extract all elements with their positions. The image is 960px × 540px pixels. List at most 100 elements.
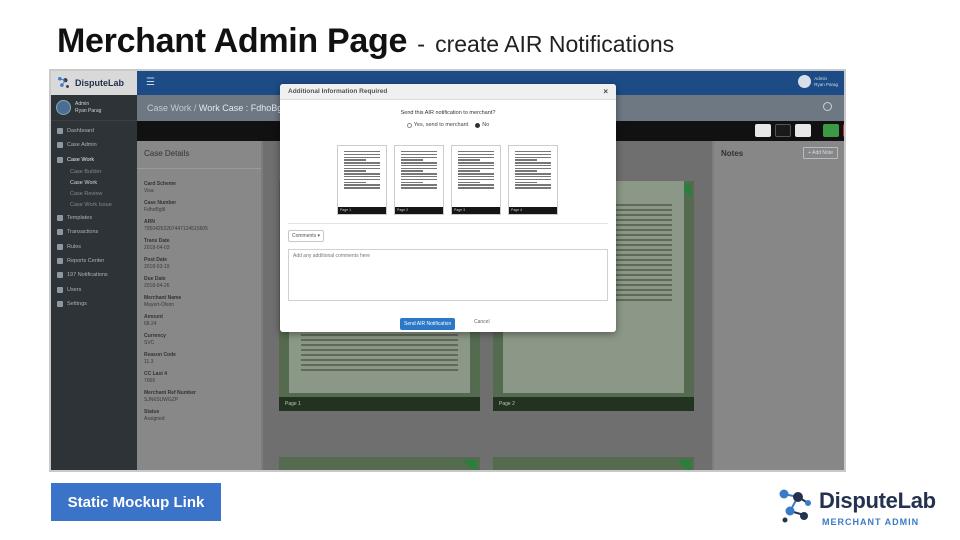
sidebar-item[interactable]: Rules: [51, 239, 137, 253]
field-label: Reason Code: [144, 352, 176, 358]
document-thumbnail[interactable]: Page 1: [337, 145, 387, 215]
radio-no-label: No: [482, 122, 490, 128]
document-page-label: Page 1: [285, 401, 301, 407]
add-note-button[interactable]: + Add Note: [803, 147, 838, 159]
sidebar-item-label: Case Review: [70, 191, 103, 198]
slide-title-subtitle: create AIR Notifications: [435, 31, 675, 57]
top-avatar: [798, 75, 812, 88]
send-air-notification-button[interactable]: Send AIR Notification: [400, 318, 456, 330]
sidebar-item[interactable]: Reports Center: [51, 254, 137, 268]
disputelab-logo-icon: [58, 77, 69, 88]
sidebar-item[interactable]: Dashboard: [51, 124, 137, 138]
sidebar-item-label: Transactions: [67, 229, 99, 236]
field-value: Mayert-Olson: [144, 302, 175, 308]
document-page[interactable]: [279, 457, 480, 470]
radio-no[interactable]: No: [475, 122, 489, 128]
document-page[interactable]: [493, 457, 694, 470]
sidebar-item[interactable]: 197 Notifications: [51, 268, 137, 282]
checkmark-icon: [677, 460, 691, 470]
notes-panel: Notes + Add Note: [714, 141, 844, 470]
sidebar-user[interactable]: Admin Ryan Parag: [51, 95, 137, 121]
brand-logo: DisputeLab MERCHANT ADMIN: [776, 483, 944, 531]
thumbnail-text: [344, 151, 380, 202]
document-thumbnail[interactable]: Page 3: [451, 145, 501, 215]
sidebar-item[interactable]: Case Review: [51, 189, 137, 200]
sidebar-item[interactable]: Case Work: [51, 153, 137, 167]
sidebar-item-label: Dashboard: [67, 128, 94, 135]
document-page-footer: Page 2: [493, 397, 694, 411]
field-value: 2018-04-03: [144, 245, 170, 251]
menu-icon: [57, 257, 63, 264]
send-option-radios: Yes, send to merchant No: [280, 122, 616, 128]
sidebar-item[interactable]: Transactions: [51, 225, 137, 239]
field-value: SJN6SUWGZP: [144, 397, 179, 403]
sidebar-item-label: Case Work Issue: [70, 202, 112, 209]
sidebar-item-label: Templates: [67, 215, 93, 222]
case-details-panel: Case Details Card Scheme Visa Case Number F…: [137, 141, 261, 470]
disputelab-logo-icon: [779, 489, 811, 523]
slide-title-main: Merchant Admin Page: [57, 22, 408, 60]
sidebar-item-label: Rules: [67, 243, 82, 250]
field-value: SVC: [144, 340, 155, 346]
sidebar-brand-name: DisputeLab: [75, 78, 125, 88]
sidebar-item[interactable]: Users: [51, 282, 137, 296]
sidebar-brand[interactable]: DisputeLab: [51, 71, 137, 95]
sidebar-item[interactable]: Case Builder: [51, 167, 137, 178]
radio-yes-label: Yes, send to merchant: [413, 122, 469, 128]
top-user-name: Ryan Parag: [814, 81, 838, 87]
thumbnail-text: [401, 151, 437, 202]
field-value: 79504262267447124515605: [144, 226, 208, 232]
top-user-menu[interactable]: Admin Ryan Parag: [798, 75, 838, 88]
sidebar-item-label: 197 Notifications: [67, 272, 108, 279]
swap-icon[interactable]: [775, 124, 791, 137]
thumbnail-label: Page 4: [509, 207, 557, 214]
field-label: Amount: [144, 314, 163, 320]
thumbnail-text: [515, 151, 551, 202]
slide-title-dash: -: [417, 31, 426, 58]
field-value: 2018-03-19: [144, 264, 170, 270]
cancel-button[interactable]: Cancel: [474, 319, 490, 325]
thumbnail-label: Page 3: [452, 207, 500, 214]
reject-icon[interactable]: [843, 124, 844, 137]
sidebar-menu: Dashboard Case Admin Case Work Case Builder…: [51, 121, 137, 311]
sidebar-item[interactable]: Case Admin: [51, 138, 137, 152]
field-value: 11.3: [144, 359, 154, 365]
field-label: Card Scheme: [144, 181, 176, 187]
document-icon[interactable]: [795, 124, 811, 137]
sidebar-item-label: Reports Center: [67, 257, 105, 264]
modal-header: Additional Information Required ×: [280, 84, 616, 100]
sidebar-item[interactable]: Case Work Issue: [51, 200, 137, 211]
field-label: Currency: [144, 333, 166, 339]
document-thumbnail[interactable]: Page 4: [508, 145, 558, 215]
avatar: [56, 100, 71, 115]
menu-icon: [57, 272, 63, 279]
radio-yes-send[interactable]: Yes, send to merchant: [406, 122, 469, 128]
hamburger-menu-icon[interactable]: ☰: [146, 77, 155, 88]
case-details-list: Card Scheme Visa Case Number FdhoBgltI ARN 79…: [137, 169, 261, 422]
menu-icon: [57, 142, 63, 149]
app-screenshot: DisputeLab Admin Ryan Parag Dashboard Cas…: [49, 69, 846, 472]
field-label: Merchant Ref Number: [144, 390, 196, 396]
radio-yes-indicator: [406, 122, 412, 128]
sidebar-item[interactable]: Templates: [51, 211, 137, 225]
sidebar-item-label: Case Work: [67, 156, 95, 163]
breadcrumb-parent[interactable]: Case Work /: [147, 103, 196, 113]
field-value: FdhoBgltI: [144, 207, 166, 213]
approve-icon[interactable]: [823, 124, 839, 137]
comments-textarea[interactable]: [288, 249, 608, 301]
breadcrumb-current: Work Case : FdhoBgl: [198, 103, 285, 113]
menu-icon: [57, 286, 63, 293]
help-icon[interactable]: [823, 102, 832, 111]
menu-icon: [57, 215, 63, 222]
thumbnail-label: Page 2: [395, 207, 443, 214]
static-mockup-link-button[interactable]: Static Mockup Link: [51, 483, 221, 521]
menu-icon: [57, 243, 63, 250]
comments-dropdown[interactable]: Comments ▾: [288, 230, 325, 242]
sidebar-item-label: Settings: [67, 300, 87, 307]
warning-icon[interactable]: [755, 124, 771, 137]
close-icon[interactable]: ×: [603, 87, 608, 96]
sidebar-item-label: Case Work: [70, 180, 98, 187]
document-thumbnail[interactable]: Page 2: [394, 145, 444, 215]
sidebar-item[interactable]: Case Work: [51, 178, 137, 189]
sidebar-item[interactable]: Settings: [51, 297, 137, 311]
